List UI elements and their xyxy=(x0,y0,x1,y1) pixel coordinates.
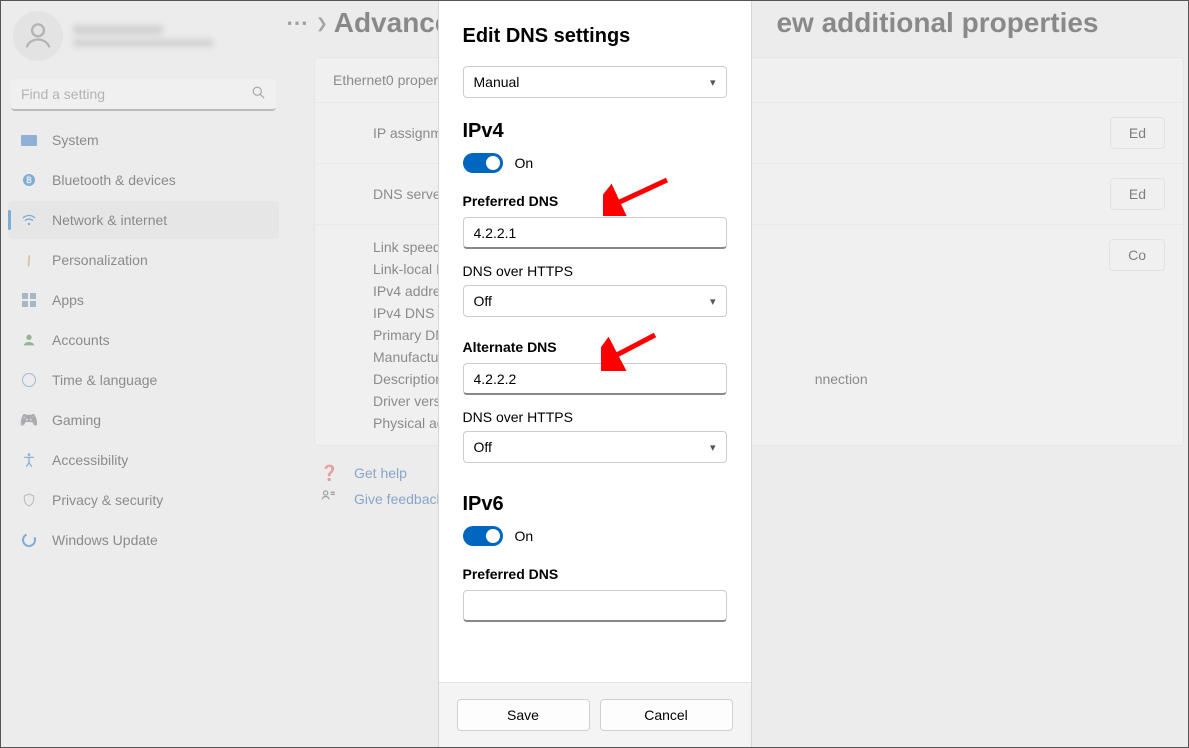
select-value: Off xyxy=(474,439,492,455)
dns-mode-select[interactable]: Manual ▾ xyxy=(463,66,727,98)
chevron-down-icon: ▾ xyxy=(710,441,716,454)
chevron-down-icon: ▾ xyxy=(710,76,716,89)
preferred-dns-input[interactable] xyxy=(463,217,727,249)
doh2-label: DNS over HTTPS xyxy=(463,409,727,425)
ipv6-preferred-dns-input[interactable] xyxy=(463,590,727,622)
ipv6-heading: IPv6 xyxy=(463,493,727,516)
ipv6-preferred-dns-label: Preferred DNS xyxy=(463,566,727,582)
alternate-dns-label: Alternate DNS xyxy=(463,339,727,355)
ipv6-toggle-label: On xyxy=(515,528,534,544)
doh2-select[interactable]: Off ▾ xyxy=(463,431,727,463)
save-button[interactable]: Save xyxy=(457,699,590,731)
cancel-button[interactable]: Cancel xyxy=(600,699,733,731)
select-value: Manual xyxy=(474,74,520,90)
ipv4-toggle-label: On xyxy=(515,155,534,171)
doh-select[interactable]: Off ▾ xyxy=(463,285,727,317)
ipv4-heading: IPv4 xyxy=(463,120,727,143)
ipv6-toggle[interactable] xyxy=(463,526,503,546)
doh-label: DNS over HTTPS xyxy=(463,263,727,279)
chevron-down-icon: ▾ xyxy=(710,295,716,308)
ipv4-toggle[interactable] xyxy=(463,153,503,173)
alternate-dns-input[interactable] xyxy=(463,363,727,395)
dialog-title: Edit DNS settings xyxy=(463,25,727,48)
select-value: Off xyxy=(474,293,492,309)
edit-dns-dialog: Edit DNS settings Manual ▾ IPv4 On Prefe… xyxy=(438,1,752,747)
preferred-dns-label: Preferred DNS xyxy=(463,193,727,209)
